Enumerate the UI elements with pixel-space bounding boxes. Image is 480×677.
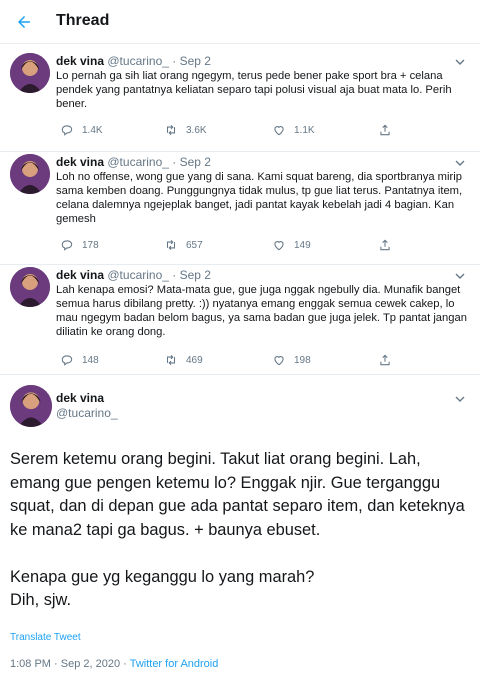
separator-dot: · <box>54 658 58 670</box>
tweet-paragraph: Dih, sjw. <box>10 591 72 609</box>
retweet-button[interactable]: 469 <box>164 353 203 367</box>
avatar[interactable] <box>10 267 50 307</box>
back-button[interactable] <box>12 10 36 34</box>
display-name[interactable]: dek vina <box>56 54 104 68</box>
separator-dot: · <box>172 54 177 68</box>
like-count: 1.1K <box>294 124 315 136</box>
thread-header: Thread <box>0 0 480 44</box>
retweet-icon <box>166 354 176 366</box>
translate-tweet-link[interactable]: Translate Tweet <box>10 632 81 643</box>
reply-icon <box>61 125 73 136</box>
tweet-text: Loh no offense, wong gue yang di sana. K… <box>56 171 463 225</box>
like-count: 149 <box>294 239 311 251</box>
username[interactable]: @tucarino_ <box>107 54 169 68</box>
share-icon <box>380 354 390 366</box>
like-icon <box>274 241 284 251</box>
like-button[interactable]: 198 <box>272 353 311 367</box>
tweet-time[interactable]: 1:08 PM <box>10 658 51 670</box>
chevron-down-icon[interactable] <box>452 268 468 284</box>
arrow-left-icon <box>18 16 30 28</box>
client-link[interactable]: Twitter for Android <box>130 658 219 670</box>
tweet-text: Lo pernah ga sih liat orang ngegym, teru… <box>56 70 452 110</box>
avatar[interactable] <box>10 154 50 194</box>
tweet-full-date[interactable]: Sep 2, 2020 <box>61 658 120 670</box>
share-button[interactable] <box>378 238 392 252</box>
reply-button[interactable]: 1.4K <box>60 123 103 137</box>
tweet-reply[interactable]: dek vina @tucarino_ · Sep 2 Lah kenapa e… <box>0 265 480 375</box>
tweet-header: dek vina @tucarino_ · Sep 2 <box>56 54 211 68</box>
avatar[interactable] <box>10 53 50 93</box>
tweet-header: dek vina @tucarino_ · Sep 2 <box>56 155 211 169</box>
tweet-text: Lah kenapa emosi? Mata-mata gue, gue jug… <box>56 284 467 338</box>
reply-count: 1.4K <box>82 124 103 136</box>
tweet-paragraph: Kenapa gue yg keganggu lo yang marah? <box>10 567 315 586</box>
reply-button[interactable]: 148 <box>60 353 99 367</box>
display-name[interactable]: dek vina <box>56 391 104 405</box>
like-button[interactable]: 1.1K <box>272 123 315 137</box>
separator-dot: · <box>172 155 177 169</box>
username[interactable]: @tucarino_ <box>56 406 118 420</box>
share-button[interactable] <box>378 123 392 137</box>
tweet-reply[interactable]: dek vina @tucarino_ · Sep 2 Loh no offen… <box>0 152 480 265</box>
reply-button[interactable]: 178 <box>60 238 99 252</box>
reply-count: 148 <box>82 354 99 366</box>
tweet-reply[interactable]: dek vina @tucarino_ · Sep 2 Lo pernah ga… <box>0 45 480 152</box>
username[interactable]: @tucarino_ <box>107 268 169 282</box>
like-icon <box>274 356 284 366</box>
share-icon <box>380 124 390 136</box>
reply-count: 178 <box>82 239 99 251</box>
retweet-button[interactable]: 3.6K <box>164 123 207 137</box>
share-icon <box>380 239 390 251</box>
like-button[interactable]: 149 <box>272 238 311 252</box>
like-count: 198 <box>294 354 311 366</box>
tweet-header: dek vina @tucarino_ · Sep 2 <box>56 268 211 282</box>
avatar[interactable] <box>10 385 52 427</box>
retweet-count: 469 <box>186 354 203 366</box>
retweet-icon <box>166 124 176 136</box>
tweet-date[interactable]: Sep 2 <box>180 268 211 282</box>
username[interactable]: @tucarino_ <box>107 155 169 169</box>
chevron-down-icon[interactable] <box>452 391 468 407</box>
chevron-down-icon[interactable] <box>452 155 468 171</box>
separator-dot: · <box>123 658 127 670</box>
retweet-count: 657 <box>186 239 203 251</box>
page-title: Thread <box>56 12 110 29</box>
display-name[interactable]: dek vina <box>56 268 104 282</box>
like-icon <box>274 126 284 136</box>
reply-icon <box>61 240 73 251</box>
display-name[interactable]: dek vina <box>56 155 104 169</box>
tweet-actions: 148 469 198 <box>56 353 476 369</box>
retweet-button[interactable]: 657 <box>164 238 203 252</box>
tweet-actions: 178 657 149 <box>56 238 476 254</box>
retweet-icon <box>166 239 176 251</box>
retweet-count: 3.6K <box>186 124 207 136</box>
tweet-paragraph: Serem ketemu orang begini. Takut liat or… <box>10 450 465 539</box>
tweet-metadata: 1:08 PM · Sep 2, 2020 · Twitter for Andr… <box>10 658 218 670</box>
share-button[interactable] <box>378 353 392 367</box>
reply-icon <box>61 355 73 366</box>
chevron-down-icon[interactable] <box>452 54 468 70</box>
tweet-text: Serem ketemu orang begini. Takut liat or… <box>10 448 472 613</box>
tweet-actions: 1.4K 3.6K 1.1K <box>56 123 476 139</box>
tweet-date[interactable]: Sep 2 <box>180 54 211 68</box>
tweet-date[interactable]: Sep 2 <box>180 155 211 169</box>
separator-dot: · <box>172 268 177 282</box>
